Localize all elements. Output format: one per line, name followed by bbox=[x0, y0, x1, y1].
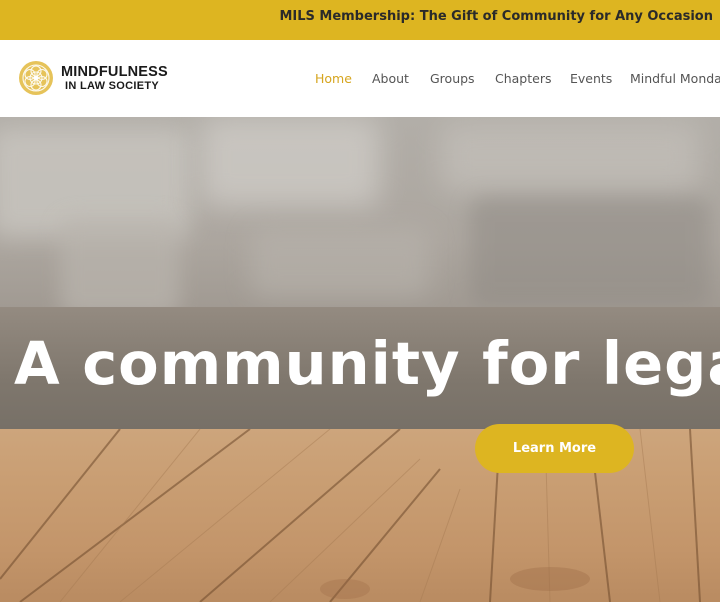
announcement-bar: MILS Membership: The Gift of Community f… bbox=[0, 0, 720, 40]
nav-item-events[interactable]: Events bbox=[570, 71, 612, 86]
nav-item-chapters[interactable]: Chapters bbox=[495, 71, 552, 86]
hero-section: A community for legal p Learn More bbox=[0, 117, 720, 602]
site-header: MINDFULNESS IN LAW SOCIETY Home About Gr… bbox=[0, 40, 720, 117]
main-nav: Home About Groups Chapters Events Mindfu… bbox=[0, 40, 720, 117]
nav-item-mindful-monday[interactable]: Mindful Monday bbox=[630, 71, 720, 86]
hero-title: A community for legal p bbox=[14, 329, 720, 398]
nav-item-about[interactable]: About bbox=[372, 71, 409, 86]
nav-item-groups[interactable]: Groups bbox=[430, 71, 475, 86]
nav-item-home[interactable]: Home bbox=[315, 71, 352, 86]
learn-more-button[interactable]: Learn More bbox=[475, 424, 634, 473]
announcement-link[interactable]: MILS Membership: The Gift of Community f… bbox=[279, 0, 713, 40]
